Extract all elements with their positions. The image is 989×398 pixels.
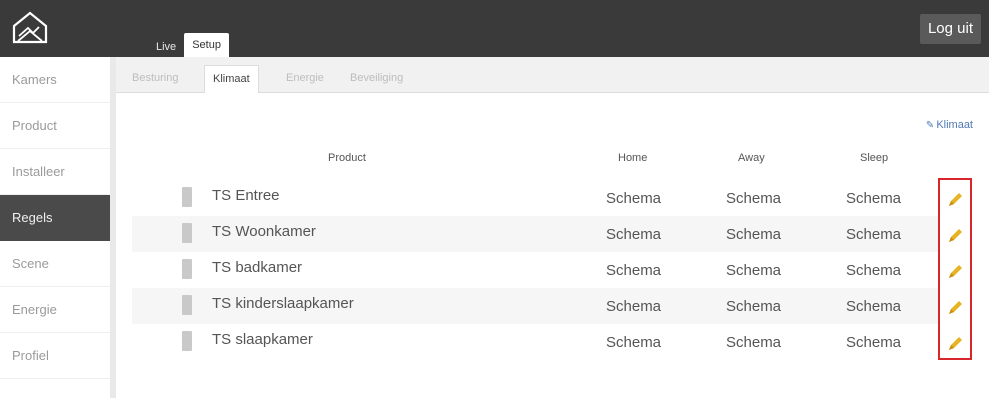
pencil-edit-icon[interactable] xyxy=(945,190,965,210)
sleep-value: Schema xyxy=(846,334,902,351)
subtab-besturing[interactable]: Besturing xyxy=(124,65,186,93)
sidebar-item-regels[interactable]: Regels xyxy=(0,195,110,241)
product-name: TS Entree xyxy=(212,187,280,204)
product-name: TS slaapkamer xyxy=(212,331,313,348)
subtab-beveiliging[interactable]: Beveiliging xyxy=(342,65,411,93)
product-name: TS kinderslaapkamer xyxy=(212,295,354,312)
away-value: Schema xyxy=(726,334,782,351)
away-value: Schema xyxy=(726,262,782,279)
away-value: Schema xyxy=(726,226,782,243)
pencil-edit-icon[interactable] xyxy=(945,298,965,318)
tab-setup[interactable]: Setup xyxy=(184,33,229,57)
product-name: TS Woonkamer xyxy=(212,223,316,240)
away-value: Schema xyxy=(726,298,782,315)
table-row: TS kinderslaapkamer Schema Schema Schema xyxy=(132,288,940,324)
house-logo-icon[interactable] xyxy=(8,8,52,48)
sleep-value: Schema xyxy=(846,298,902,315)
drag-handle-icon[interactable] xyxy=(182,295,192,315)
sidebar-item-kamers[interactable]: Kamers xyxy=(0,57,110,103)
top-tabs: Live Setup xyxy=(148,33,229,57)
sub-tabs: Besturing Klimaat Energie Beveiliging xyxy=(116,57,989,93)
drag-handle-icon[interactable] xyxy=(182,259,192,279)
subtab-klimaat[interactable]: Klimaat xyxy=(204,65,259,93)
pencil-edit-icon[interactable] xyxy=(945,226,965,246)
home-value: Schema xyxy=(606,190,662,207)
home-value: Schema xyxy=(606,298,662,315)
column-header-home: Home xyxy=(618,152,648,164)
pencil-edit-icon[interactable] xyxy=(945,334,965,354)
logout-button[interactable]: Log uit xyxy=(919,14,981,44)
sleep-value: Schema xyxy=(846,190,902,207)
sidebar: Kamers Product Installeer Regels Scene E… xyxy=(0,57,116,398)
sidebar-item-energie[interactable]: Energie xyxy=(0,287,110,333)
home-value: Schema xyxy=(606,226,662,243)
drag-handle-icon[interactable] xyxy=(182,223,192,243)
external-edit-icon: ✎ xyxy=(925,120,935,131)
table-row: TS slaapkamer Schema Schema Schema xyxy=(132,324,940,360)
product-name: TS badkamer xyxy=(212,259,303,276)
klimaat-link-label: Klimaat xyxy=(936,119,973,131)
away-value: Schema xyxy=(726,190,782,207)
column-header-product: Product xyxy=(328,152,366,164)
column-header-away: Away xyxy=(738,152,765,164)
sidebar-item-installeer[interactable]: Installeer xyxy=(0,149,110,195)
sidebar-item-product[interactable]: Product xyxy=(0,103,110,149)
home-value: Schema xyxy=(606,262,662,279)
drag-handle-icon[interactable] xyxy=(182,331,192,351)
top-bar: Live Setup Log uit xyxy=(0,0,989,57)
column-header-sleep: Sleep xyxy=(860,152,889,164)
sidebar-item-scene[interactable]: Scene xyxy=(0,241,110,287)
table-row: TS Entree Schema Schema Schema xyxy=(132,180,940,216)
table-row: TS Woonkamer Schema Schema Schema xyxy=(132,216,940,252)
pencil-edit-icon[interactable] xyxy=(945,262,965,282)
tab-live[interactable]: Live xyxy=(148,37,184,57)
sleep-value: Schema xyxy=(846,262,902,279)
sleep-value: Schema xyxy=(846,226,902,243)
klimaat-edit-link[interactable]: ✎ Klimaat xyxy=(926,119,973,131)
home-value: Schema xyxy=(606,334,662,351)
table-row: TS badkamer Schema Schema Schema xyxy=(132,252,940,288)
subtab-energie[interactable]: Energie xyxy=(278,65,332,93)
sidebar-item-profiel[interactable]: Profiel xyxy=(0,333,110,379)
table-header: Product Home Away Sleep xyxy=(132,148,972,172)
drag-handle-icon[interactable] xyxy=(182,187,192,207)
